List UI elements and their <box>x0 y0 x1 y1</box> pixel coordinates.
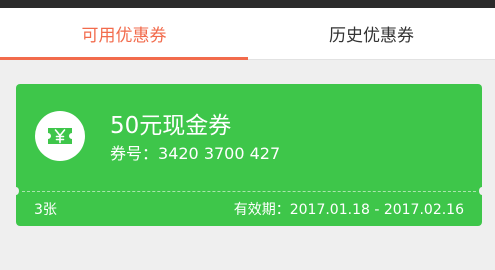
coupon-number-label: 券号： <box>110 144 159 163</box>
tab-history-coupons-label: 历史优惠券 <box>329 26 414 46</box>
coupon-number-line: 券号：3420 3700 427 <box>110 144 280 164</box>
tab-available-coupons[interactable]: 可用优惠券 <box>0 8 248 60</box>
tab-history-coupons[interactable]: 历史优惠券 <box>248 8 495 59</box>
ticket-yen-icon <box>35 111 85 161</box>
coupon-tabbar: 可用优惠券 历史优惠券 <box>0 8 495 60</box>
coupon-card[interactable]: 50元现金券 券号：3420 3700 427 3张 有效期：2017.01.1… <box>13 84 485 226</box>
coupon-divider <box>22 191 476 192</box>
active-tab-indicator <box>0 57 248 60</box>
coupon-validity-label: 有效期： <box>233 202 290 218</box>
coupon-count: 3张 <box>34 202 57 218</box>
coupon-validity-range: 2017.01.18 - 2017.02.16 <box>289 202 464 218</box>
coupon-number: 3420 3700 427 <box>158 144 281 163</box>
coupon-notch-left <box>13 187 19 195</box>
coupon-title: 50元现金券 <box>110 113 232 139</box>
coupon-notch-right <box>479 187 485 195</box>
tab-available-coupons-label: 可用优惠券 <box>81 26 167 46</box>
status-strip <box>0 0 495 8</box>
coupon-validity: 有效期：2017.01.18 - 2017.02.16 <box>234 201 464 219</box>
